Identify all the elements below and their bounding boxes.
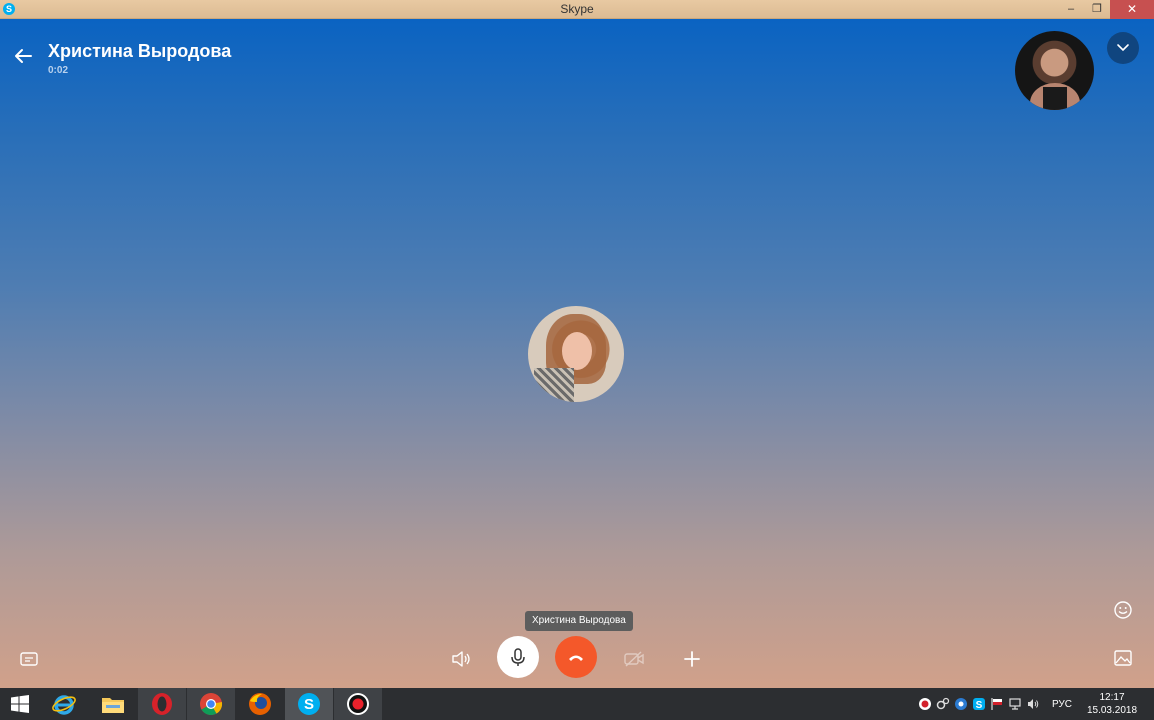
contact-avatar [528, 306, 624, 402]
collapse-button[interactable] [1107, 32, 1139, 64]
windows-icon [11, 695, 29, 713]
chevron-down-icon [1117, 44, 1129, 52]
tray-record[interactable] [916, 688, 934, 720]
speaker-icon [452, 651, 470, 667]
taskbar-skype[interactable]: S [285, 688, 333, 720]
tray-flag[interactable] [988, 688, 1006, 720]
video-button[interactable] [622, 647, 646, 671]
close-button[interactable]: ✕ [1110, 0, 1154, 19]
record-icon [347, 693, 369, 715]
skype-tray-icon: S [972, 698, 985, 711]
phone-hangup-icon [569, 655, 583, 661]
self-video-avatar[interactable] [1015, 31, 1094, 110]
system-tray: S РУС 12:17 15.03.2018 [916, 688, 1154, 720]
contact-name: Христина Выродова [48, 41, 232, 61]
tooltip: Христина Выродова [525, 611, 633, 631]
gallery-button[interactable] [1112, 647, 1134, 669]
flag-tray-icon [991, 698, 1002, 710]
clock-date: 15.03.2018 [1086, 705, 1138, 716]
clock-time: 12:17 [1099, 692, 1125, 703]
call-screen: Христина Выродова 0:02 Христина Выродова [0, 19, 1154, 688]
gears-tray-icon [936, 697, 950, 710]
volume-icon [1027, 699, 1039, 709]
window-title: Skype [560, 2, 594, 16]
start-button[interactable] [0, 688, 40, 720]
window-controls: ‒ ❐ ✕ [1058, 0, 1154, 19]
speaker-button[interactable] [449, 647, 473, 671]
taskbar: S S РУС 12:17 15.03.2018 [0, 688, 1154, 720]
svg-text:S: S [304, 696, 314, 713]
taskbar-file-explorer[interactable] [89, 688, 137, 720]
taskbar-chrome[interactable] [187, 688, 235, 720]
ie-icon [52, 695, 76, 715]
contact-avatar-face [562, 332, 592, 370]
input-language[interactable]: РУС [1052, 699, 1072, 710]
emoji-button[interactable] [1112, 599, 1134, 621]
minimize-button[interactable]: ‒ [1058, 0, 1084, 19]
mic-button[interactable] [497, 636, 539, 678]
chat-icon [20, 652, 38, 666]
image-icon [1114, 650, 1132, 666]
restore-button[interactable]: ❐ [1084, 0, 1110, 19]
tray-skype[interactable]: S [970, 688, 988, 720]
chrome-icon [200, 693, 223, 715]
smiley-icon [1114, 601, 1132, 619]
microphone-icon [511, 648, 525, 666]
clock[interactable]: 12:17 15.03.2018 [1084, 691, 1140, 717]
tray-network[interactable] [1006, 688, 1024, 720]
opera-icon [152, 693, 172, 715]
network-icon [1009, 698, 1021, 710]
taskbar-ie[interactable] [40, 688, 88, 720]
tray-app[interactable] [952, 688, 970, 720]
firefox-icon [249, 693, 271, 715]
app-tray-icon [954, 698, 967, 710]
back-button[interactable] [12, 45, 34, 67]
skype-icon: S [298, 693, 320, 715]
arrow-left-icon [15, 49, 32, 63]
tray-network-tool[interactable] [934, 688, 952, 720]
chat-button[interactable] [18, 648, 40, 670]
contact-avatar-cloth [534, 368, 574, 402]
add-button[interactable] [680, 647, 704, 671]
call-timer: 0:02 [48, 65, 69, 76]
svg-text:S: S [976, 700, 983, 711]
taskbar-opera[interactable] [138, 688, 186, 720]
video-off-icon [624, 651, 644, 667]
folder-icon [102, 698, 124, 713]
taskbar-firefox[interactable] [236, 688, 284, 720]
hangup-button[interactable] [555, 636, 597, 678]
self-avatar-shirt [1043, 87, 1067, 110]
window-titlebar: S Skype ‒ ❐ ✕ [0, 0, 1154, 19]
plus-icon [684, 651, 700, 667]
record-tray-icon [918, 698, 931, 710]
taskbar-recorder[interactable] [334, 688, 382, 720]
tray-volume[interactable] [1024, 688, 1042, 720]
